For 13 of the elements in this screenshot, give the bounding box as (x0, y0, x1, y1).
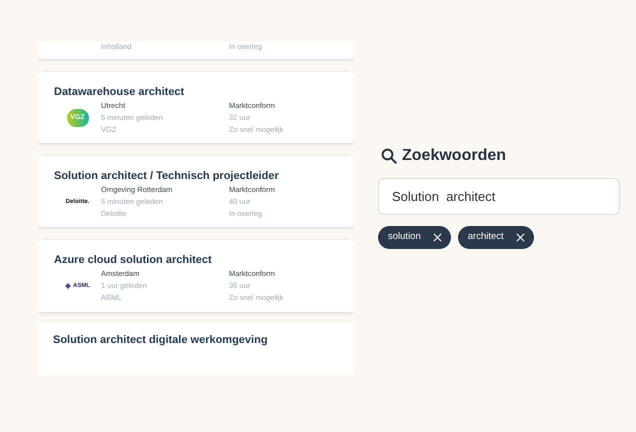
keywords-heading: Zoekwoorden (402, 146, 506, 166)
keyword-chip[interactable]: solution (378, 226, 451, 249)
vacancy-title: Azure cloud solution architect (54, 253, 213, 268)
vacancy-title: Solution architect digitale werkomgeving (53, 332, 269, 347)
diamond-icon (65, 283, 71, 290)
close-icon[interactable] (516, 233, 525, 242)
keyword-chip[interactable]: architect (458, 226, 534, 249)
search-field[interactable]: Solution architect (378, 178, 620, 215)
vacancy-card[interactable]: Solution architect digitale werkomgeving (38, 322, 354, 375)
vacancy-title: Solution architect / Technisch projectleider (54, 169, 280, 184)
search-icon (380, 147, 398, 165)
vacancy-title: Datawarehouse architect (54, 85, 186, 100)
close-icon[interactable] (432, 233, 442, 242)
